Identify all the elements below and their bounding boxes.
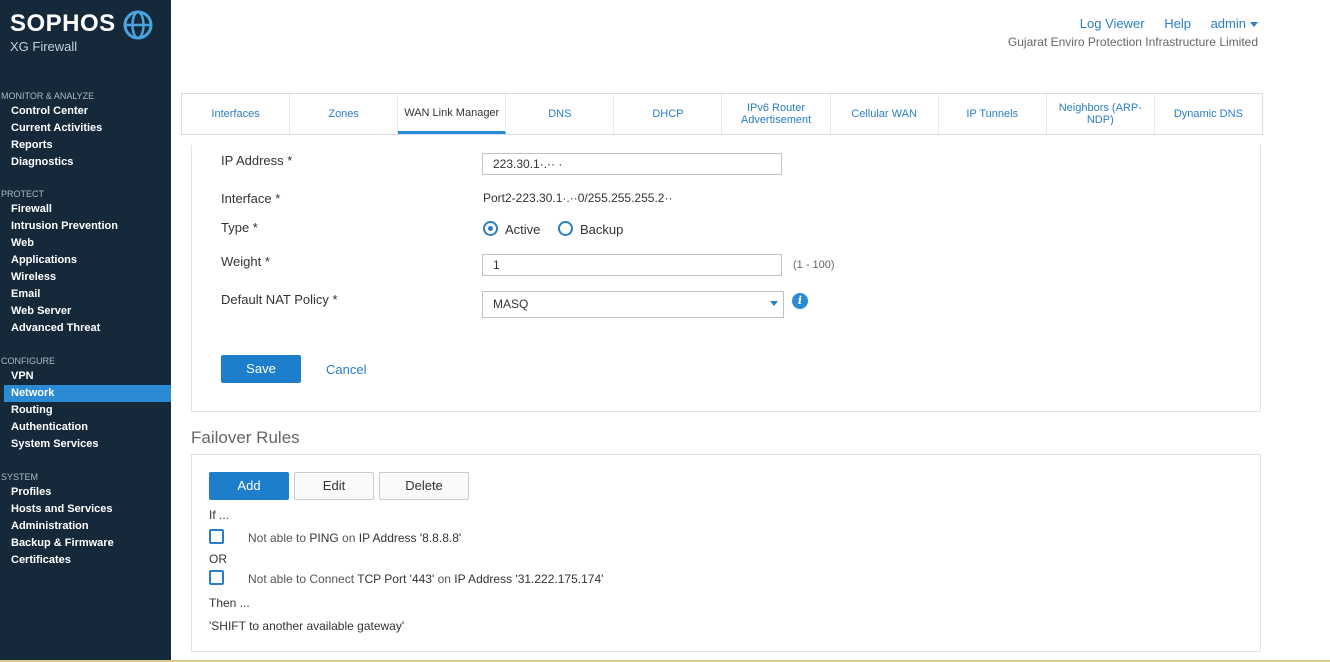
nav-heading: CONFIGURE — [1, 356, 55, 366]
nav-section-monitor: MONITOR & ANALYZE Control Center Current… — [0, 89, 171, 171]
rule-1-pre: Not able to — [248, 531, 310, 545]
brand-name: SOPHOS — [10, 10, 116, 37]
nat-policy-value: MASQ — [493, 297, 529, 311]
weight-label: Weight * — [221, 254, 270, 269]
type-active-label: Active — [505, 222, 541, 237]
delete-button[interactable]: Delete — [379, 472, 469, 500]
edit-button[interactable]: Edit — [294, 472, 374, 500]
tab-neighbors[interactable]: Neighbors (ARP-NDP) — [1047, 94, 1155, 134]
tab-bar: Interfaces Zones WAN Link Manager DNS DH… — [181, 93, 1263, 135]
tab-dhcp[interactable]: DHCP — [614, 94, 723, 134]
nav-item-email[interactable]: Email — [0, 286, 171, 303]
nav-item-web-server[interactable]: Web Server — [0, 303, 171, 320]
rule-2-checkbox[interactable] — [209, 570, 224, 585]
save-button[interactable]: Save — [221, 355, 301, 383]
weight-input[interactable]: 1 — [482, 254, 782, 276]
nav-heading: MONITOR & ANALYZE — [1, 91, 95, 101]
rule-1-protocol: PING — [309, 531, 339, 545]
sidebar: SOPHOS XG Firewall MONITOR & ANALYZE Con… — [0, 0, 171, 662]
nav-item-authentication[interactable]: Authentication — [0, 419, 171, 436]
nav-item-routing[interactable]: Routing — [0, 402, 171, 419]
nav-item-wireless[interactable]: Wireless — [0, 269, 171, 286]
nav-item-diagnostics[interactable]: Diagnostics — [0, 154, 171, 171]
rule-1-mid: on — [338, 531, 359, 545]
nav-item-current-activities[interactable]: Current Activities — [0, 120, 171, 137]
rule-1-text: Not able to PING on IP Address '8.8.8.8' — [248, 531, 461, 545]
add-button[interactable]: Add — [209, 472, 289, 500]
rule-2-target: IP Address '31.222.175.174' — [454, 572, 604, 586]
type-backup-label: Backup — [580, 222, 624, 237]
rule-2-mid: on — [434, 572, 455, 586]
nat-policy-select[interactable]: MASQ — [482, 291, 784, 318]
cancel-button[interactable]: Cancel — [326, 362, 366, 377]
nav-section-protect: PROTECT Firewall Intrusion Prevention We… — [0, 187, 171, 337]
tab-ipv6-router-advertisement[interactable]: IPv6 Router Advertisement — [722, 94, 831, 134]
interface-label: Interface * — [221, 191, 281, 206]
nav-item-certificates[interactable]: Certificates — [0, 552, 171, 569]
product-name: XG Firewall — [10, 39, 78, 54]
brand: SOPHOS XG Firewall — [10, 10, 116, 54]
failover-rules-title: Failover Rules — [191, 428, 300, 447]
nav-item-control-center[interactable]: Control Center — [0, 103, 171, 120]
info-icon[interactable]: i — [792, 293, 808, 309]
type-backup-radio[interactable] — [558, 221, 573, 236]
rule-1-target: IP Address '8.8.8.8' — [358, 531, 462, 545]
chevron-down-icon — [1250, 22, 1258, 28]
tab-dns[interactable]: DNS — [506, 94, 615, 134]
or-label: OR — [209, 552, 227, 566]
tab-cellular-wan[interactable]: Cellular WAN — [831, 94, 939, 134]
log-viewer-link[interactable]: Log Viewer — [1080, 16, 1145, 31]
type-active-radio[interactable] — [483, 221, 498, 236]
nav-section-system: SYSTEM Profiles Hosts and Services Admin… — [0, 470, 171, 569]
rule-1-checkbox[interactable] — [209, 529, 224, 544]
tab-zones[interactable]: Zones — [290, 94, 399, 134]
nav-section-configure: CONFIGURE VPN Network Routing Authentica… — [0, 354, 171, 453]
nav-heading: PROTECT — [1, 189, 45, 199]
nav-item-web[interactable]: Web — [0, 235, 171, 252]
admin-menu[interactable]: admin — [1211, 16, 1258, 31]
if-label: If ... — [209, 508, 230, 522]
admin-label: admin — [1210, 16, 1246, 31]
ip-address-label: IP Address * — [221, 153, 293, 168]
nav-item-applications[interactable]: Applications — [0, 252, 171, 269]
globe-logo-icon — [123, 10, 153, 40]
nav-item-profiles[interactable]: Profiles — [0, 484, 171, 501]
nav-heading: SYSTEM — [1, 472, 39, 482]
then-label: Then ... — [209, 596, 250, 610]
nav-item-advanced-threat[interactable]: Advanced Threat — [0, 320, 171, 337]
nav-item-network[interactable]: Network — [4, 385, 171, 402]
company-name: Gujarat Enviro Protection Infrastructure… — [1007, 35, 1258, 49]
gateway-form-panel: IP Address * 223.30.1·.·· · Interface * … — [191, 145, 1261, 412]
weight-hint: (1 - 100) — [793, 259, 835, 271]
tab-wan-link-manager[interactable]: WAN Link Manager — [398, 94, 507, 134]
failover-rules-panel: Add Edit Delete If ... Not able to PING … — [191, 454, 1261, 652]
header-links: Log Viewer Help admin Gujarat Enviro Pro… — [1008, 16, 1258, 49]
rule-2-protocol: TCP Port '443' — [357, 572, 435, 586]
tab-interfaces[interactable]: Interfaces — [182, 94, 291, 134]
nav-item-vpn[interactable]: VPN — [0, 368, 171, 385]
nat-policy-label: Default NAT Policy * — [221, 292, 338, 307]
help-link[interactable]: Help — [1164, 16, 1191, 31]
failover-action: 'SHIFT to another available gateway' — [209, 619, 405, 633]
chevron-down-icon — [770, 301, 778, 306]
interface-value: Port2-223.30.1·.··0/255.255.255.2·· — [483, 191, 673, 205]
nav-item-hosts-and-services[interactable]: Hosts and Services — [0, 501, 171, 518]
nav-item-firewall[interactable]: Firewall — [0, 201, 171, 218]
tab-dynamic-dns[interactable]: Dynamic DNS — [1155, 94, 1262, 134]
main-content: Log Viewer Help admin Gujarat Enviro Pro… — [171, 0, 1330, 662]
nav-item-reports[interactable]: Reports — [0, 137, 171, 154]
rule-2-text: Not able to Connect TCP Port '443' on IP… — [248, 572, 603, 586]
type-label: Type * — [221, 220, 258, 235]
nav-item-administration[interactable]: Administration — [0, 518, 171, 535]
nav-item-intrusion-prevention[interactable]: Intrusion Prevention — [0, 218, 171, 235]
nav-item-backup-firmware[interactable]: Backup & Firmware — [0, 535, 171, 552]
nav-item-system-services[interactable]: System Services — [0, 436, 171, 453]
ip-address-input[interactable]: 223.30.1·.·· · — [482, 153, 782, 175]
tab-ip-tunnels[interactable]: IP Tunnels — [939, 94, 1047, 134]
rule-2-pre: Not able to Connect — [248, 572, 358, 586]
